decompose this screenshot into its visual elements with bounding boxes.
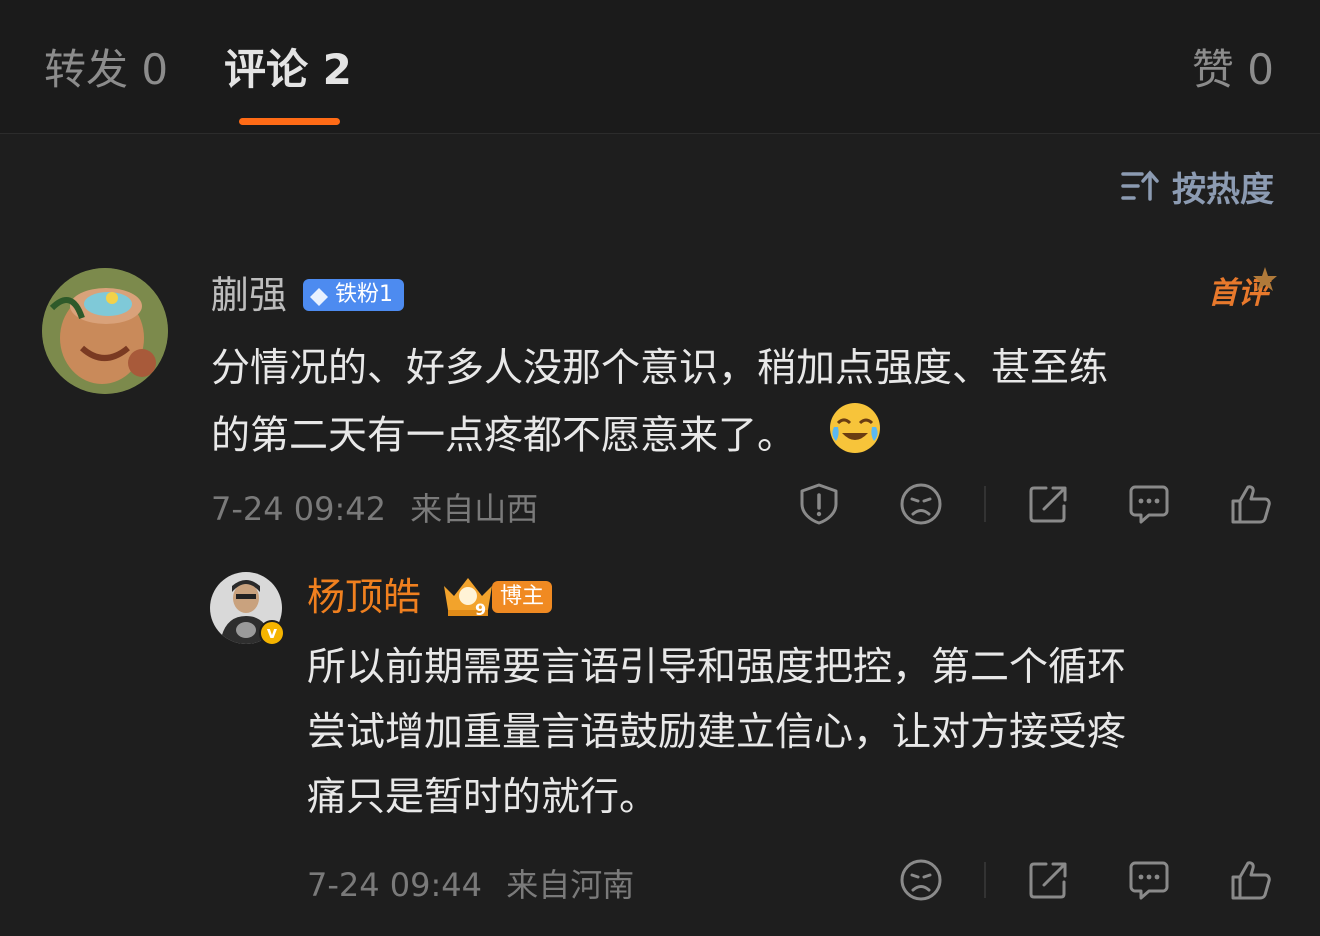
crown-icon: 9 [440, 572, 496, 622]
reply-time: 7-24 09:44 [307, 866, 483, 904]
fan-badge[interactable]: 铁粉1 [303, 279, 404, 311]
reply-text-line: 所以前期需要言语引导和强度把控，第二个循环 [307, 645, 1127, 690]
reply-location: 来自河南 [506, 866, 635, 904]
share-icon[interactable] [1026, 482, 1070, 526]
sort-icon [1120, 169, 1160, 203]
tab-forward-count: 0 [141, 45, 169, 94]
reply-text-line: 痛只是暂时的就行。 [307, 775, 659, 820]
sort-by-hot-button[interactable]: 按热度 [1120, 164, 1274, 210]
report-icon[interactable] [797, 482, 841, 526]
comment-text-line2: 的第二天有一点疼都不愿意来了。 [211, 413, 797, 459]
comment-text-line: 分情况的、好多人没那个意识，稍加点强度、甚至练 [211, 346, 1109, 391]
reply-body: 所以前期需要言语引导和强度把控，第二个循环 尝试增加重量言语鼓励建立信心，让对方… [307, 635, 1267, 830]
reply-meta: 7-24 09:44 来自河南 [307, 860, 634, 906]
blogger-badge[interactable]: 博主 [492, 581, 552, 613]
tab-comment-label: 评论 [224, 45, 309, 94]
tab-like-label: 赞 [1191, 45, 1234, 94]
verified-badge: v [259, 620, 285, 646]
divider [984, 862, 986, 898]
dislike-face-icon[interactable] [899, 482, 943, 526]
tab-like[interactable]: 赞 0 [1192, 40, 1274, 100]
laughing-crying-emoji-icon [828, 401, 882, 475]
tab-bar: 转发 0 评论 2 赞 0 [0, 0, 1320, 134]
dislike-face-icon[interactable] [899, 858, 943, 902]
comment-time: 7-24 09:42 [211, 490, 387, 528]
reply-text-line: 尝试增加重量言语鼓励建立信心，让对方接受疼 [307, 710, 1127, 755]
tab-forward[interactable]: 转发 0 [44, 40, 168, 100]
like-icon[interactable] [1229, 482, 1273, 526]
diamond-icon [309, 285, 329, 306]
like-icon[interactable] [1229, 858, 1273, 902]
comment-meta: 7-24 09:42 来自山西 [211, 484, 538, 530]
avatar[interactable] [42, 268, 168, 394]
tab-comment[interactable]: 评论 2 [224, 40, 352, 100]
comment-icon[interactable] [1127, 482, 1171, 526]
star-icon [1252, 266, 1278, 296]
tab-like-count: 0 [1247, 45, 1274, 94]
tab-forward-label: 转发 [44, 45, 129, 94]
fan-badge-label: 铁粉1 [335, 282, 393, 307]
sort-label: 按热度 [1172, 169, 1274, 210]
comment-text-line: 的第二天有一点疼都不愿意来了。 [211, 401, 1281, 475]
crown-level: 9 [475, 600, 486, 618]
tab-comment-count: 2 [322, 45, 352, 94]
comment-location: 来自山西 [410, 490, 539, 528]
divider [984, 486, 986, 522]
commenter-name[interactable]: 蒯强 [211, 270, 287, 320]
comment-body: 分情况的、好多人没那个意识，稍加点强度、甚至练 的第二天有一点疼都不愿意来了。 [211, 336, 1281, 475]
active-tab-indicator [239, 118, 340, 125]
commenter-name[interactable]: 杨顶皓 [307, 572, 421, 622]
comment-icon[interactable] [1127, 858, 1171, 902]
share-icon[interactable] [1026, 858, 1070, 902]
